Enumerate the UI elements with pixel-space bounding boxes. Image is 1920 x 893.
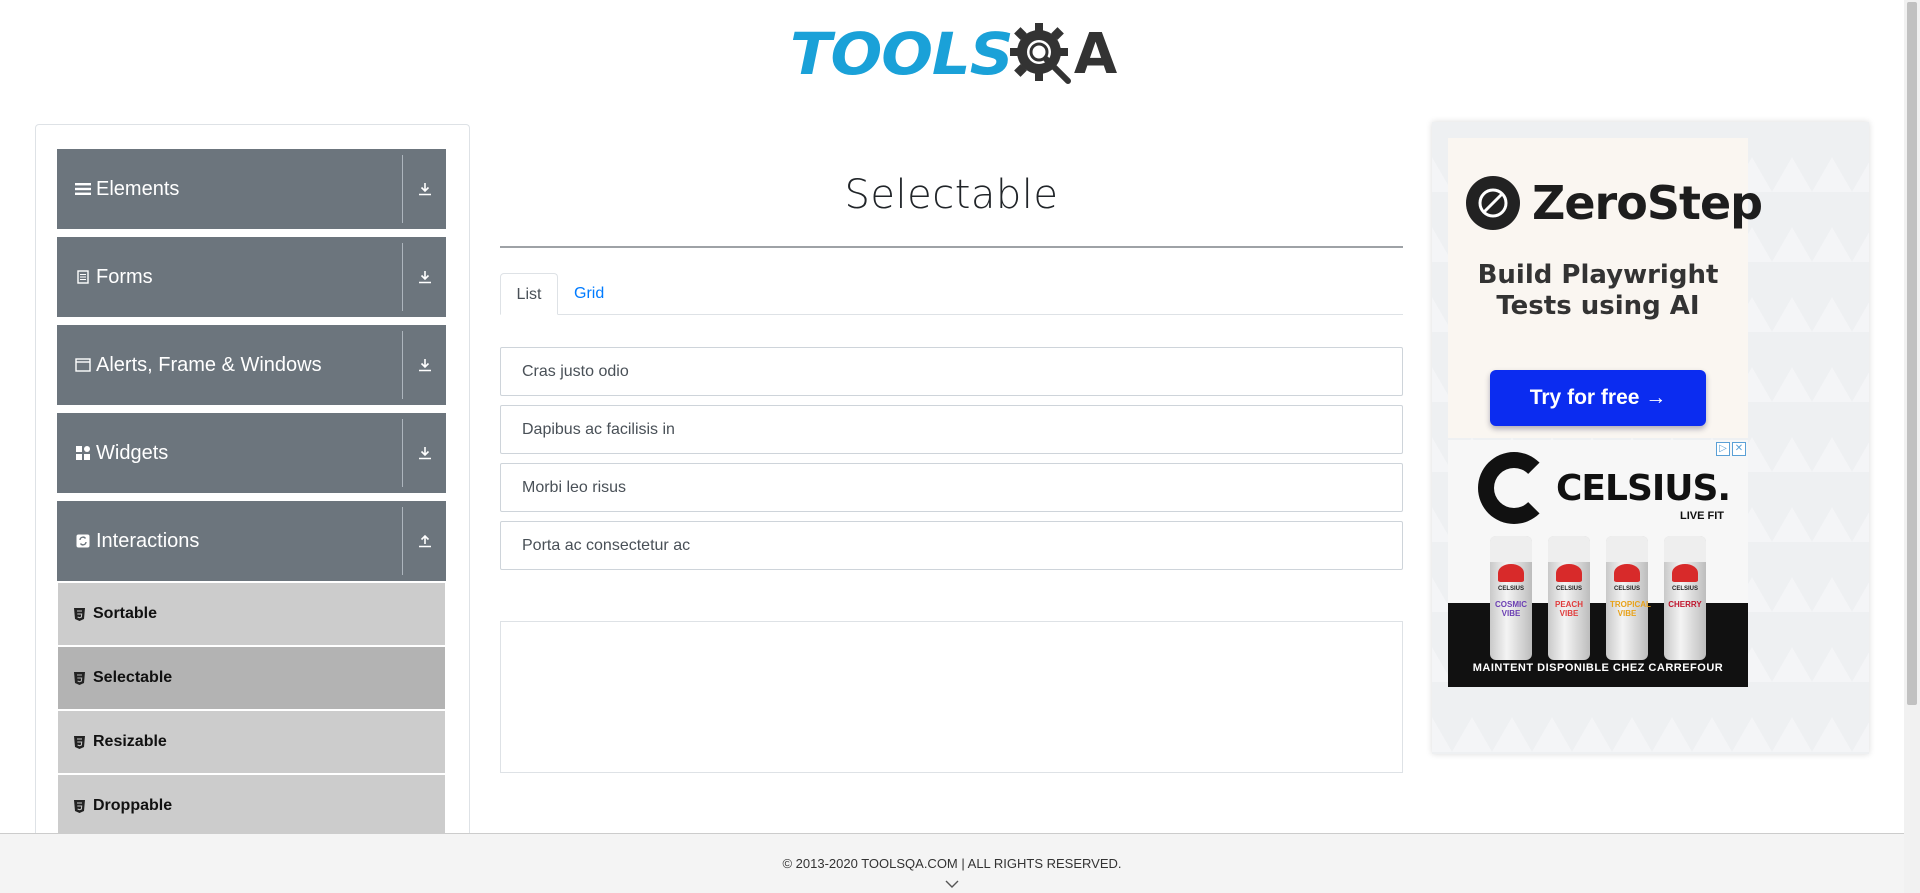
zerostep-tagline: Build Playwright Tests using AI bbox=[1448, 260, 1748, 322]
celsius-cta: MAINTENT DISPONIBLE CHEZ CARREFOUR bbox=[1472, 662, 1724, 674]
download-arrow-icon[interactable] bbox=[403, 149, 446, 229]
can-brand: CELSIUS bbox=[1671, 586, 1698, 592]
logo-text-tools: TOOLS bbox=[790, 20, 1014, 88]
html5-icon bbox=[72, 607, 86, 621]
can-logo-shape bbox=[1556, 564, 1582, 582]
toolsqa-logo[interactable]: TOOLS A bbox=[790, 14, 1118, 94]
widgets-icon bbox=[74, 444, 92, 462]
zerostep-logo-icon bbox=[1466, 176, 1520, 230]
sidebar-group-alerts[interactable]: Alerts, Frame & Windows bbox=[57, 325, 446, 405]
sidebar-item-label: Droppable bbox=[93, 797, 173, 814]
selectable-list-item[interactable]: Morbi leo risus bbox=[500, 463, 1403, 512]
ad-close-icon[interactable]: ✕ bbox=[1732, 442, 1746, 456]
sidebar-group-interactions[interactable]: Interactions bbox=[57, 501, 446, 581]
celsius-ad[interactable]: ▷ ✕ CELSIUS. LIVE FIT CELSIUS COSMIC VIB… bbox=[1448, 440, 1748, 687]
sidebar-item-label: Selectable bbox=[93, 669, 173, 686]
download-arrow-icon[interactable] bbox=[403, 413, 446, 493]
copyright-text: © 2013-2020 TOOLSQA.COM | ALL RIGHTS RES… bbox=[782, 856, 1122, 871]
gear-magnifier-icon bbox=[1006, 19, 1076, 89]
footer: © 2013-2020 TOOLSQA.COM | ALL RIGHTS RES… bbox=[0, 833, 1904, 893]
sidebar-item-selectable[interactable]: Selectable bbox=[58, 647, 445, 709]
sidebar-group-label: Elements bbox=[96, 177, 180, 200]
can-flavor: COSMIC VIBE bbox=[1495, 600, 1527, 618]
can-top bbox=[1490, 536, 1532, 562]
sidebar-group-widgets[interactable]: Widgets bbox=[57, 413, 446, 493]
can-brand: CELSIUS bbox=[1613, 586, 1640, 592]
sidebar-item-resizable[interactable]: Resizable bbox=[58, 711, 445, 773]
upload-arrow-icon[interactable] bbox=[403, 501, 446, 581]
try-for-free-button[interactable]: Try for free → bbox=[1490, 370, 1706, 426]
vertical-scrollbar[interactable] bbox=[1904, 0, 1920, 893]
sidebar-item-sortable[interactable]: Sortable bbox=[58, 583, 445, 645]
document-icon bbox=[74, 268, 92, 286]
window-icon bbox=[74, 356, 92, 374]
logo-text-a: A bbox=[1073, 21, 1118, 87]
advertisement[interactable]: ZeroStep Build Playwright Tests using AI… bbox=[1432, 122, 1869, 754]
zerostep-tagline-line2: Tests using AI bbox=[1496, 291, 1700, 321]
sidebar: Elements Forms Alerts, Frame & Windows W… bbox=[35, 124, 470, 893]
zerostep-brand: ZeroStep bbox=[1532, 176, 1763, 230]
celsius-can: CELSIUS CHERRY bbox=[1664, 536, 1706, 660]
tab-bar: List Grid bbox=[500, 273, 1403, 315]
sidebar-group-label: Widgets bbox=[96, 441, 169, 464]
download-arrow-icon[interactable] bbox=[403, 237, 446, 317]
sidebar-item-label: Resizable bbox=[93, 733, 167, 750]
title-divider bbox=[500, 246, 1403, 248]
page: TOOLS A Elements Forms Alerts, Frame & W… bbox=[0, 0, 1920, 893]
can-flavor: TROPICAL VIBE bbox=[1610, 600, 1651, 618]
html5-icon bbox=[72, 735, 86, 749]
sidebar-item-droppable[interactable]: Droppable bbox=[58, 775, 445, 837]
html5-icon bbox=[72, 671, 86, 685]
celsius-logo-icon bbox=[1478, 452, 1550, 524]
celsius-can: CELSIUS TROPICAL VIBE bbox=[1606, 536, 1651, 660]
selectable-list-item[interactable]: Porta ac consectetur ac bbox=[500, 521, 1403, 570]
download-arrow-icon[interactable] bbox=[403, 325, 446, 405]
can-top bbox=[1664, 536, 1706, 562]
sidebar-group-label: Forms bbox=[96, 265, 153, 288]
content-placeholder bbox=[500, 621, 1403, 773]
selectable-list-item[interactable]: Dapibus ac facilisis in bbox=[500, 405, 1403, 454]
celsius-brand: CELSIUS. bbox=[1556, 468, 1731, 509]
ad-choices[interactable]: ▷ ✕ bbox=[1716, 442, 1746, 456]
can-brand: CELSIUS bbox=[1555, 586, 1582, 592]
sidebar-group-forms[interactable]: Forms bbox=[57, 237, 446, 317]
can-brand: CELSIUS bbox=[1497, 586, 1524, 592]
celsius-tagline: LIVE FIT bbox=[1680, 510, 1724, 522]
page-title: Selectable bbox=[844, 172, 1059, 218]
can-flavor: PEACH VIBE bbox=[1554, 600, 1583, 618]
scrollbar-thumb[interactable] bbox=[1907, 2, 1917, 705]
interactions-icon bbox=[74, 532, 92, 550]
selectable-list-item[interactable]: Cras justo odio bbox=[500, 347, 1403, 396]
can-flavor: CHERRY bbox=[1668, 600, 1702, 609]
tab-grid[interactable]: Grid bbox=[558, 273, 620, 315]
can-logo-shape bbox=[1498, 564, 1524, 582]
sidebar-item-label: Sortable bbox=[93, 605, 158, 622]
hamburger-icon bbox=[74, 180, 92, 198]
can-logo-shape bbox=[1614, 564, 1640, 582]
can-top bbox=[1606, 536, 1648, 562]
can-top bbox=[1548, 536, 1590, 562]
ad-info-icon[interactable]: ▷ bbox=[1716, 442, 1730, 456]
sidebar-group-label: Alerts, Frame & Windows bbox=[96, 353, 322, 376]
tab-list[interactable]: List bbox=[500, 273, 558, 315]
can-logo-shape bbox=[1672, 564, 1698, 582]
celsius-can: CELSIUS COSMIC VIBE bbox=[1490, 536, 1532, 660]
zerostep-ad[interactable]: ZeroStep Build Playwright Tests using AI… bbox=[1448, 138, 1763, 438]
sidebar-group-label: Interactions bbox=[96, 529, 200, 552]
zerostep-tagline-line1: Build Playwright bbox=[1477, 260, 1719, 290]
sidebar-group-elements[interactable]: Elements bbox=[57, 149, 446, 229]
chevron-down-icon[interactable] bbox=[944, 876, 960, 893]
html5-icon bbox=[72, 799, 86, 813]
celsius-can: CELSIUS PEACH VIBE bbox=[1548, 536, 1590, 660]
